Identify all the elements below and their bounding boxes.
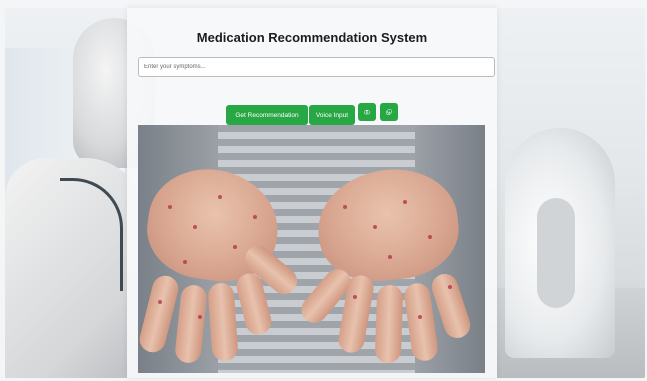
rash-spot — [373, 225, 377, 229]
rash-spot — [403, 200, 407, 204]
rash-spot — [253, 215, 257, 219]
rash-spot — [218, 195, 222, 199]
main-panel: Medication Recommendation System Get Rec… — [127, 8, 497, 378]
action-buttons: Get Recommendation Voice Input — [127, 103, 497, 127]
rash-spot — [418, 315, 422, 319]
rash-spot — [158, 300, 162, 304]
uploaded-hands-photo — [138, 125, 485, 373]
rash-spot — [183, 260, 187, 264]
gallery-icon — [386, 109, 392, 115]
upload-image-button[interactable] — [380, 103, 398, 121]
page-title: Medication Recommendation System — [196, 30, 428, 45]
symptoms-input[interactable] — [138, 57, 495, 77]
camera-button[interactable] — [358, 103, 376, 121]
rash-spot — [448, 285, 452, 289]
rash-spot — [193, 225, 197, 229]
rash-spot — [428, 235, 432, 239]
mri-scanner-opening — [537, 198, 575, 308]
rash-spot — [233, 245, 237, 249]
rash-spot — [198, 315, 202, 319]
right-finger — [374, 284, 404, 364]
rash-spot — [353, 295, 357, 299]
voice-input-button[interactable]: Voice Input — [309, 105, 355, 125]
get-recommendation-button[interactable]: Get Recommendation — [226, 105, 308, 125]
rash-spot — [168, 205, 172, 209]
left-finger — [207, 282, 239, 362]
rash-spot — [343, 205, 347, 209]
camera-icon — [364, 110, 370, 115]
rash-spot — [388, 255, 392, 259]
